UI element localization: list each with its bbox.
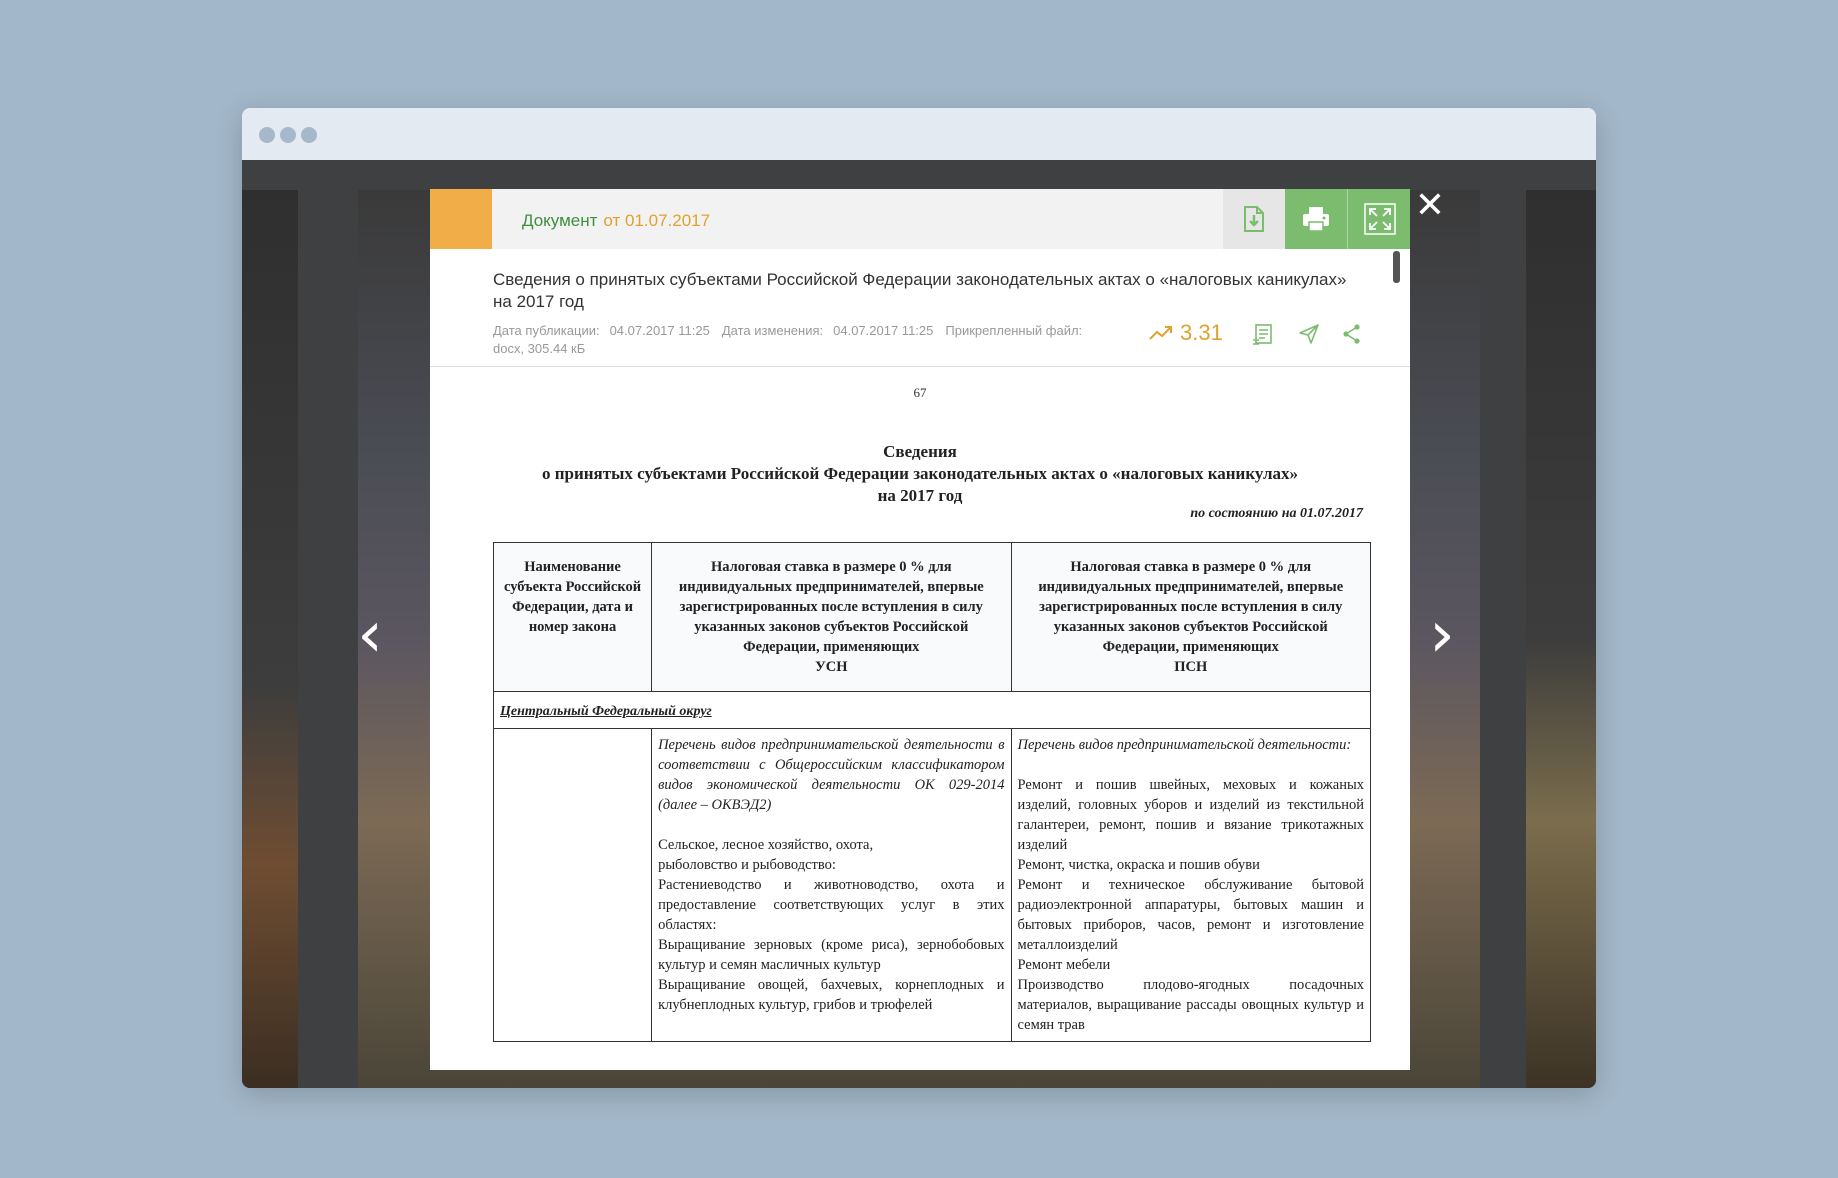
header-psn-text: Налоговая ставка в размере 0 % для индив…	[1038, 559, 1344, 655]
separator	[430, 366, 1410, 367]
browser-window: ‹ › ✕ Документ от 01.07.2017 Сведения о …	[242, 108, 1596, 1088]
subject-cell	[492, 728, 653, 1042]
usn-item: рыболовство и рыбоводство:	[658, 857, 836, 873]
document-heading: Сведения о принятых субъектами Российско…	[430, 441, 1410, 507]
psn-item: Ремонт и пошив швейных, меховых и кожаны…	[1017, 777, 1364, 853]
tax-holidays-table: Наименование субъекта Российской Федерац…	[492, 542, 1372, 1042]
table-row: Центральный Федеральный округ	[493, 691, 1371, 729]
window-dot-3[interactable]	[301, 127, 317, 143]
header-title: Документ от 01.07.2017	[522, 211, 710, 231]
header-subject-text: Наименование субъекта Российской Федерац…	[503, 559, 642, 635]
print-button[interactable]	[1285, 189, 1347, 249]
header-usn-text: Налоговая ставка в размере 0 % для индив…	[678, 559, 984, 655]
document-date: от 01.07.2017	[603, 211, 711, 230]
psn-cell: Перечень видов предпринимательской деяте…	[1010, 728, 1372, 1042]
psn-item: Ремонт, чистка, окраска и пошив обуви	[1017, 857, 1260, 873]
usn-item: Выращивание овощей, бахчевых, корнеплодн…	[658, 977, 1005, 1013]
modal-header: Документ от 01.07.2017	[430, 189, 1410, 249]
download-icon	[1244, 206, 1264, 232]
table-row: Перечень видов предпринимательской деяте…	[492, 728, 1372, 1042]
close-icon[interactable]: ✕	[1412, 188, 1448, 224]
document-label: Документ	[522, 211, 598, 230]
usn-intro: Перечень видов предпринимательской деяте…	[658, 737, 1005, 813]
page-number: 67	[913, 385, 927, 400]
browser-toolbar	[242, 108, 1596, 160]
document-icon[interactable]	[1251, 322, 1275, 346]
published-value: 04.07.2017 11:25	[609, 323, 710, 338]
viewer-overlay: ‹ › ✕ Документ от 01.07.2017 Сведения о …	[242, 160, 1596, 1088]
header-psn-tag: ПСН	[1174, 659, 1208, 675]
header-subject: Наименование субъекта Российской Федерац…	[492, 542, 653, 692]
heading-line-3: на 2017 год	[877, 486, 963, 505]
heading-line-1: Сведения	[883, 442, 957, 461]
header-usn-tag: УСН	[815, 659, 848, 675]
window-dot-1[interactable]	[259, 127, 275, 143]
prev-arrow-icon[interactable]: ‹	[350, 600, 390, 670]
usn-cell: Перечень видов предпринимательской деяте…	[651, 728, 1012, 1042]
heading-line-2: о принятых субъектами Российской Федерац…	[541, 464, 1299, 483]
changed-label: Дата изменения:	[721, 323, 824, 338]
fullscreen-button[interactable]	[1347, 189, 1410, 249]
table-header-row: Наименование субъекта Российской Федерац…	[492, 542, 1372, 692]
header-usn: Налоговая ставка в размере 0 % для индив…	[651, 542, 1012, 692]
header-psn: Налоговая ставка в размере 0 % для индив…	[1010, 542, 1372, 692]
psn-item: Ремонт и техническое обслуживание бытово…	[1017, 877, 1364, 953]
document-meta: Дата публикации: 04.07.2017 11:25 Дата изм…	[493, 322, 1133, 358]
expand-icon	[1363, 203, 1396, 235]
usn-item: Сельское, лесное хозяйство, охота,	[658, 837, 874, 853]
rating: 3.31	[1148, 320, 1223, 346]
psn-item: Ремонт мебели	[1017, 957, 1111, 973]
changed-value: 04.07.2017 11:25	[833, 323, 934, 338]
background-photo-left	[242, 190, 298, 1088]
header-accent	[430, 189, 492, 249]
print-icon	[1303, 207, 1329, 232]
scrollbar-thumb[interactable]	[1393, 251, 1400, 283]
psn-item: Производство плодово-ягодных посадочных …	[1017, 977, 1364, 1033]
usn-item: Растениеводство и животноводство, охота …	[658, 877, 1005, 933]
document-title: Сведения о принятых субъектами Российско…	[493, 270, 1347, 311]
download-button[interactable]	[1223, 189, 1285, 249]
background-photo-right	[1526, 190, 1596, 1088]
rating-value: 3.31	[1180, 320, 1223, 345]
usn-item: Выращивание зерновых (кроме риса), зерно…	[658, 937, 1005, 973]
trend-icon	[1149, 326, 1172, 340]
document-modal: Документ от 01.07.2017 Сведения о принят…	[430, 189, 1410, 1070]
document-state-date: по состоянию на 01.07.2017	[1190, 506, 1363, 521]
attached-label: Прикрепленный файл:	[945, 323, 1083, 338]
attached-value: docx, 305.44 кБ	[493, 341, 586, 356]
region-name: Центральный Федеральный округ	[493, 691, 1371, 729]
next-arrow-icon[interactable]: ›	[1422, 600, 1462, 670]
psn-intro: Перечень видов предпринимательской деяте…	[1017, 737, 1352, 753]
window-dot-2[interactable]	[280, 127, 296, 143]
share-icon[interactable]	[1340, 322, 1364, 346]
send-icon[interactable]	[1297, 322, 1321, 346]
published-label: Дата публикации:	[493, 323, 600, 338]
